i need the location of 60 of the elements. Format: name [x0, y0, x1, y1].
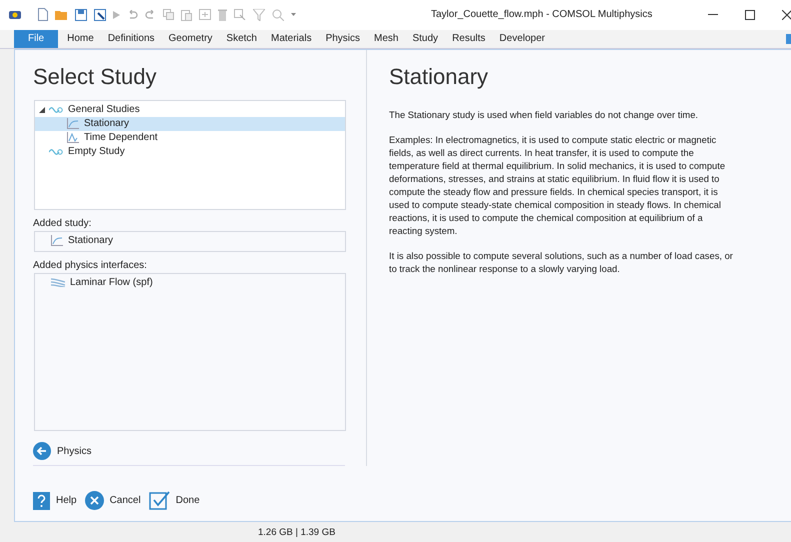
menu-tab[interactable]: Mesh — [367, 30, 406, 48]
zoom-icon[interactable] — [272, 8, 284, 21]
tree-item[interactable]: Time Dependent — [84, 132, 158, 144]
flow-lines-icon — [51, 278, 65, 287]
line-graph-icon — [67, 118, 79, 130]
maximize-icon[interactable] — [745, 10, 755, 20]
select-icon[interactable] — [234, 9, 246, 20]
menu-tab[interactable]: Materials — [264, 30, 319, 48]
menu-tab[interactable]: Developer — [492, 30, 552, 48]
caret-icon[interactable] — [291, 13, 296, 16]
list-item: Laminar Flow (spf) — [70, 276, 153, 288]
checkbox-tick-icon — [148, 491, 170, 510]
menu-tab[interactable]: Definitions — [100, 30, 162, 48]
back-button[interactable]: Physics — [33, 442, 92, 460]
save-as-icon[interactable] — [94, 8, 106, 21]
menu-tab[interactable]: Physics — [318, 30, 368, 48]
help-button[interactable]: Help — [33, 491, 77, 510]
undo-icon[interactable] — [127, 10, 138, 20]
menu-tab[interactable]: Home — [60, 30, 101, 48]
new-file-icon[interactable] — [38, 8, 48, 22]
cancel-icon — [84, 491, 104, 510]
expand-toggle-icon[interactable] — [39, 106, 45, 113]
list-item: Stationary — [68, 234, 114, 246]
help-icon[interactable] — [786, 34, 791, 44]
added-physics-label: Added physics interfaces: — [33, 260, 148, 273]
menu-tab[interactable]: File — [14, 30, 58, 48]
trash-icon[interactable] — [218, 8, 227, 21]
close-icon[interactable] — [782, 10, 791, 20]
filter-icon[interactable] — [253, 8, 265, 21]
menu-tab[interactable]: Results — [445, 30, 492, 48]
line-graph-icon — [51, 234, 63, 246]
study-title: Stationary — [389, 64, 490, 91]
menu-tab[interactable]: Geometry — [162, 30, 220, 48]
play-icon[interactable] — [113, 10, 120, 19]
app-icon[interactable] — [9, 10, 21, 20]
memory-status: 1.26 GB | 1.39 GB — [258, 526, 336, 538]
window-title: Taylor_Couette_flow.mph - COMSOL Multiphysics — [431, 9, 654, 20]
question-mark-icon — [33, 492, 50, 510]
panel-title: Select Study — [33, 64, 158, 91]
paste-icon[interactable] — [181, 8, 192, 21]
description-paragraph: It is also possible to compute several solutions, such as a number of load cases, or to track the nonlinear response to a slowly varying load. — [389, 248, 734, 275]
description-paragraph: Examples: In electromagnetics, it is used to compute static electric or magnetic fields, as well as direct currents. In heat transfer, it is used to compute the temperature field at thermal equilibrium. In solid mechanics, it is used to compute deformations, stresses, and strains at static equilibrium. In fluid flow it is used to compute the steady flow and pressure fields. In chemical species transport, it is used to compute steady-state chemical composition in steady flows. In chemical reactions, it is used to compute the chemical composition at equilibrium of a reacting system. — [389, 132, 726, 237]
description-paragraph: The Stationary study is used when field variables do not change over time. — [389, 108, 700, 121]
tree-item[interactable]: Stationary — [84, 118, 130, 130]
duplicate-icon[interactable] — [199, 9, 211, 20]
save-icon[interactable] — [75, 8, 87, 21]
added-study-label: Added study: — [33, 218, 92, 231]
copy-icon[interactable] — [163, 9, 174, 20]
peak-graph-icon — [67, 132, 79, 144]
menu-tab[interactable]: Sketch — [219, 30, 264, 48]
tree-item[interactable]: Empty Study — [68, 146, 125, 158]
study-icon — [49, 106, 63, 114]
minimize-icon[interactable] — [708, 14, 718, 16]
redo-icon[interactable] — [145, 10, 156, 20]
study-icon — [49, 148, 63, 156]
folder-icon[interactable] — [55, 10, 68, 20]
menu-tab[interactable]: Study — [405, 30, 446, 48]
tree-item[interactable]: General Studies — [68, 104, 140, 116]
done-button[interactable]: Done — [148, 491, 200, 510]
cancel-button[interactable]: Cancel — [84, 491, 141, 510]
